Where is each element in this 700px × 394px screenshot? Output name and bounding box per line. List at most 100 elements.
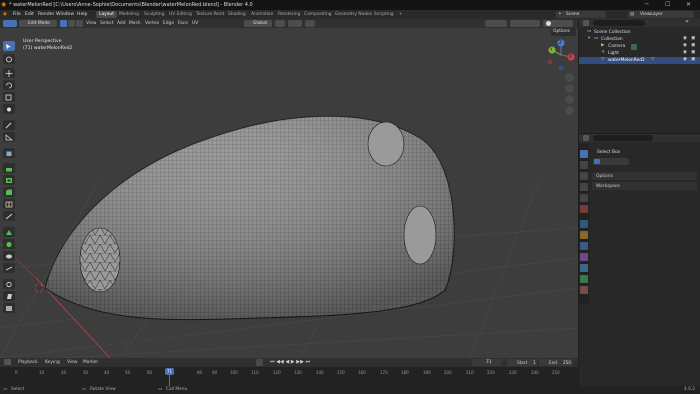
outliner-editor-type-icon[interactable] [583, 20, 589, 26]
modifiers-tab-icon[interactable] [580, 242, 588, 250]
material-tab-icon[interactable] [580, 286, 588, 294]
outliner-row-scene-collection[interactable]: ▭ Scene Collection [579, 29, 700, 36]
menu-window[interactable]: Window [56, 12, 74, 17]
collection-tab-icon[interactable] [580, 220, 588, 228]
cursor-tool-icon[interactable] [3, 54, 15, 64]
options-section[interactable]: Options [592, 172, 697, 180]
poly-build-tool-icon[interactable] [3, 227, 15, 237]
menu-playback[interactable]: Playback [18, 360, 38, 365]
tab-modeling[interactable]: Modeling [116, 11, 142, 18]
knife-tool-icon[interactable] [3, 211, 15, 221]
menu-timeline-view[interactable]: View [67, 360, 77, 365]
menu-uv[interactable]: UV [192, 21, 198, 26]
move-tool-icon[interactable] [3, 68, 15, 78]
physics-tab-icon[interactable] [580, 264, 588, 272]
menu-marker[interactable]: Marker [83, 360, 98, 365]
visibility-eye-icon[interactable]: ◉ [683, 57, 687, 62]
options-button[interactable]: Options [551, 28, 576, 36]
properties-search-input[interactable] [593, 135, 653, 141]
inset-tool-icon[interactable] [3, 175, 15, 185]
measure-tool-icon[interactable] [3, 132, 15, 142]
timeline-editor-type-icon[interactable] [4, 359, 11, 365]
menu-help[interactable]: Help [77, 12, 87, 17]
tab-rendering[interactable]: Rendering [275, 11, 303, 18]
minimize-button[interactable]: ─ [645, 1, 649, 8]
view-layer-tab-icon[interactable] [580, 183, 588, 191]
tab-sculpting[interactable]: Sculpting [141, 11, 168, 18]
mode-selector[interactable]: Edit Mode [19, 20, 57, 27]
menu-view[interactable]: View [86, 21, 96, 26]
extrude-tool-icon[interactable] [3, 163, 15, 173]
filter-icon[interactable]: ⏷ [685, 19, 689, 25]
tab-shading[interactable]: Shading [225, 11, 249, 18]
snap-toggle[interactable] [288, 20, 302, 27]
add-cube-tool-icon[interactable] [3, 148, 15, 158]
shear-tool-icon[interactable] [3, 291, 15, 301]
render-camera-icon[interactable]: ▣ [691, 43, 695, 48]
menu-edge[interactable]: Edge [163, 21, 174, 26]
3d-viewport[interactable]: User Perspective (71) waterMelonRed2 Opt… [0, 28, 578, 358]
outliner-row-collection[interactable]: ▾ ▭ Collection ◉ ▣ [579, 36, 700, 43]
vertex-select-button[interactable] [60, 20, 67, 27]
expand-arrow-icon[interactable]: ▾ [588, 36, 590, 41]
menu-face[interactable]: Face [178, 21, 188, 26]
viewlayer-selector[interactable]: ▤ ViewLayer [628, 11, 694, 18]
workspace-section[interactable]: Workspace [592, 182, 697, 190]
render-camera-icon[interactable]: ▣ [691, 36, 695, 41]
select-box-tool-icon[interactable] [3, 41, 15, 51]
proportional-edit-toggle[interactable] [305, 20, 315, 27]
tab-uv-editing[interactable]: UV Editing [166, 11, 195, 18]
outliner-row-light[interactable]: ☀ Light ◉ ▣ [579, 50, 700, 57]
shrink-fatten-tool-icon[interactable] [3, 279, 15, 289]
end-frame-field[interactable]: End 250 [539, 359, 573, 366]
visibility-eye-icon[interactable]: ◉ [683, 43, 687, 48]
bevel-tool-icon[interactable] [3, 187, 15, 197]
playback-controls[interactable]: ⏮ ◀◀ ◀ ▶ ▶▶ ⏭ [270, 359, 310, 365]
edge-slide-tool-icon[interactable] [3, 263, 15, 273]
tab-layout[interactable]: Layout [96, 11, 117, 18]
shading-buttons[interactable] [543, 20, 573, 27]
menu-render[interactable]: Render [38, 12, 54, 17]
visibility-eye-icon[interactable]: ◉ [683, 50, 687, 55]
pan-hand-icon[interactable] [565, 84, 574, 93]
menu-keying[interactable]: Keying [45, 360, 60, 365]
menu-mesh[interactable]: Mesh [129, 21, 141, 26]
annotate-tool-icon[interactable] [3, 120, 15, 130]
orientation-selector[interactable]: Global [244, 20, 272, 27]
editor-type-button[interactable] [3, 20, 17, 27]
particles-tab-icon[interactable] [580, 253, 588, 261]
menu-add[interactable]: Add [117, 21, 126, 26]
record-button[interactable] [256, 359, 263, 366]
face-select-button[interactable] [76, 20, 83, 27]
current-frame-field[interactable]: 71 [472, 359, 502, 366]
select-mode-buttons[interactable] [60, 20, 84, 27]
blender-menu-icon[interactable]: ◉ [3, 12, 7, 17]
pivot-selector[interactable] [275, 20, 285, 27]
close-button[interactable]: ✕ [686, 1, 691, 8]
add-workspace-button[interactable]: + [396, 11, 406, 18]
playhead-frame-indicator[interactable]: 71 [164, 368, 174, 375]
scale-tool-icon[interactable] [3, 92, 15, 102]
menu-file[interactable]: File [13, 12, 21, 17]
tab-animation[interactable]: Animation [248, 11, 276, 18]
tab-texture-paint[interactable]: Texture Paint [193, 11, 227, 18]
menu-select[interactable]: Select [100, 21, 114, 26]
rip-region-tool-icon[interactable] [3, 303, 15, 313]
camera-view-icon[interactable] [565, 95, 574, 104]
render-camera-icon[interactable]: ▣ [691, 57, 695, 62]
loop-cut-tool-icon[interactable] [3, 199, 15, 209]
rotate-tool-icon[interactable] [3, 80, 15, 90]
outliner-row-camera[interactable]: ▶ Camera ◉ ▣ [579, 43, 700, 50]
render-tab-icon[interactable] [580, 161, 588, 169]
timeline-ruler[interactable]: 0 10 20 30 40 50 60 80 90 100 110 120 13… [0, 367, 578, 386]
menu-edit[interactable]: Edit [25, 12, 34, 17]
output-tab-icon[interactable] [580, 172, 588, 180]
world-tab-icon[interactable] [580, 205, 588, 213]
tab-compositing[interactable]: Compositing [301, 11, 335, 18]
edge-select-button[interactable] [68, 20, 75, 27]
solid-shading-icon[interactable] [546, 21, 551, 26]
scene-tab-icon[interactable] [580, 194, 588, 202]
outliner-search-input[interactable] [593, 20, 645, 26]
render-camera-icon[interactable]: ▣ [691, 50, 695, 55]
start-frame-field[interactable]: Start 1 [507, 359, 537, 366]
